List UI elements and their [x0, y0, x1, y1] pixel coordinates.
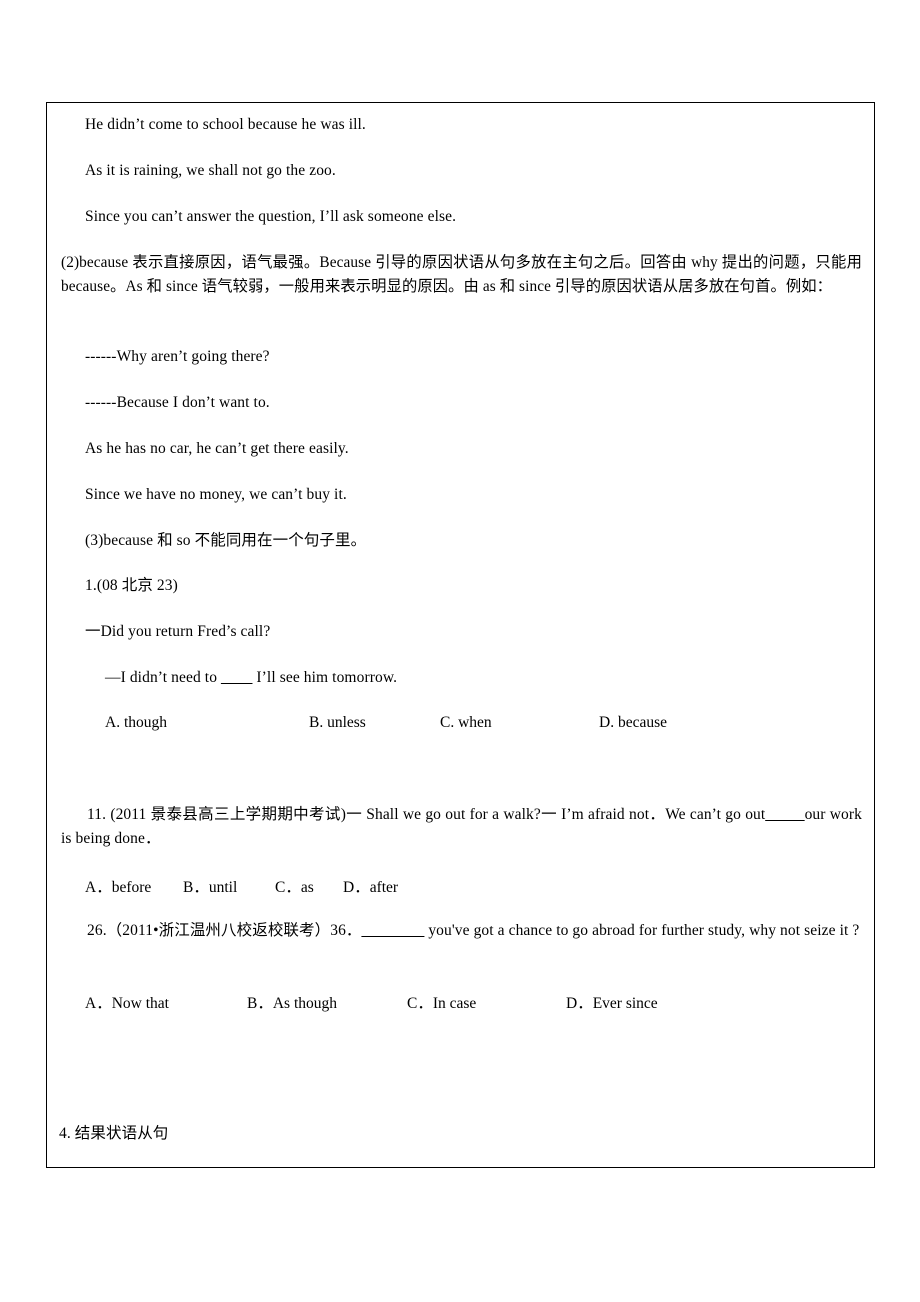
explanation-paragraph-2: (2)because 表示直接原因，语气最强。Because 引导的原因状语从句… [61, 254, 862, 295]
question-1-option-b[interactable]: B. unless [309, 714, 366, 732]
question-26-option-a[interactable]: A．Now that [85, 991, 169, 1013]
question-1-option-c[interactable]: C. when [440, 714, 492, 732]
section-heading-4: 4. 结果状语从句 [59, 1125, 169, 1142]
question-1-source: 1.(08 北京 23) [85, 577, 178, 594]
question-1-option-a[interactable]: A. though [105, 714, 167, 732]
question-1-answer-blank[interactable]: ____ [221, 669, 252, 686]
question-11-options: A．before B．until C．as D．after [47, 875, 874, 897]
example-sentence-7: Since we have no money, we can’t buy it. [85, 486, 347, 503]
document-page: He didn’t come to school because he was … [0, 0, 920, 1302]
explanation-paragraph-3: (3)because 和 so 不能同用在一个句子里。 [85, 532, 367, 549]
question-26-option-c[interactable]: C．In case [407, 991, 476, 1013]
question-11-option-d[interactable]: D．after [343, 875, 398, 897]
question-26-stem-before: 26.（2011•浙江温州八校返校联考）36． [87, 922, 362, 939]
question-26-answer-blank[interactable]: ________ [362, 922, 425, 939]
question-1-prompt-after: I’ll see him tomorrow. [252, 669, 398, 686]
question-26-option-d[interactable]: D．Ever since [566, 991, 658, 1013]
question-26-stem: 26.（2011•浙江温州八校返校联考）36．________ you've g… [53, 919, 870, 943]
question-11-option-c[interactable]: C．as [275, 875, 314, 897]
question-1-options: A. though B. unless C. when D. because [47, 714, 874, 736]
question-1-prompt-line-2: —I didn’t need to ____ I’ll see him tomo… [105, 668, 397, 688]
example-sentence-5: ------Because I don’t want to. [85, 394, 270, 411]
question-11-option-b[interactable]: B．until [183, 875, 237, 897]
question-1-option-d[interactable]: D. because [599, 714, 667, 732]
question-26-options: A．Now that B．As though C．In case D．Ever … [47, 991, 874, 1013]
example-sentence-2: As it is raining, we shall not go the zo… [85, 162, 336, 179]
question-1-prompt-before: —I didn’t need to [105, 669, 222, 686]
question-1-prompt-line-1: 一Did you return Fred’s call? [85, 623, 271, 640]
example-sentence-1: He didn’t come to school because he was … [85, 116, 366, 133]
question-11-answer-blank[interactable]: _____ [765, 806, 804, 823]
example-sentence-3: Since you can’t answer the question, I’l… [85, 208, 457, 225]
question-11-stem-before: 11. (2011 景泰县高三上学期期中考试)一 Shall we go out… [87, 806, 766, 823]
question-11-stem: 11. (2011 景泰县高三上学期期中考试)一 Shall we go out… [53, 803, 870, 851]
question-26-option-b[interactable]: B．As though [247, 991, 337, 1013]
example-sentence-6: As he has no car, he can’t get there eas… [85, 440, 349, 457]
question-11-option-a[interactable]: A．before [85, 875, 151, 897]
content-table: He didn’t come to school because he was … [46, 102, 875, 1168]
example-sentence-4: ------Why aren’t going there? [85, 348, 270, 365]
table-cell-main: He didn’t come to school because he was … [47, 103, 874, 1167]
question-26-stem-after: you've got a chance to go abroad for fur… [424, 922, 860, 939]
